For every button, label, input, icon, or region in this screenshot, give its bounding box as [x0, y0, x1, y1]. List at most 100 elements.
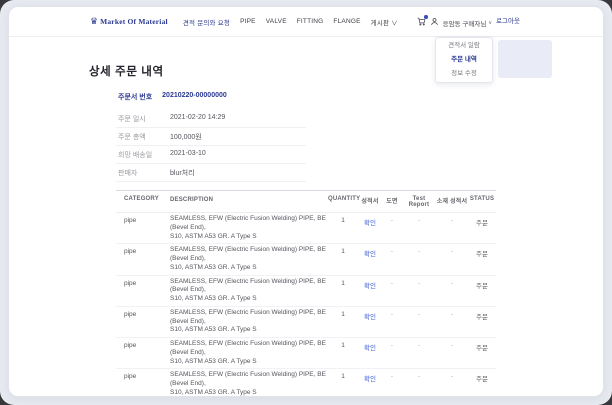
certificate-confirm-link[interactable]: 확인	[364, 246, 376, 258]
certificate-confirm-link[interactable]: 확인	[364, 278, 376, 290]
detail-label: 판매자	[118, 168, 170, 178]
order-number-value: 20210220-00000000	[162, 92, 227, 102]
cell-certificate: 확인	[358, 309, 382, 321]
cart-icon[interactable]	[417, 17, 426, 26]
description-line1: SEAMLESS, EFW (Electric Fusion Welding) …	[170, 340, 328, 358]
user-name: 응암동 구매자님	[443, 18, 487, 28]
status-badge: 주문	[468, 309, 496, 321]
order-number: 주문서 번호 20210220-00000000	[118, 92, 496, 102]
cell-test-report: -	[402, 340, 436, 349]
cell-description: SEAMLESS, EFW (Electric Fusion Welding) …	[170, 278, 328, 304]
cell-test-report: -	[402, 246, 436, 255]
cell-quantity: 1	[328, 246, 358, 255]
detail-label: 주문 일시	[118, 114, 170, 124]
dropdown-item-profile[interactable]: 정보 수정	[436, 67, 492, 81]
logo-text: Market Of Material	[100, 17, 168, 26]
table-header: CATEGORY DESCRIPTION QUANTITY 성적서 도면 Tes…	[116, 191, 496, 213]
table-row: pipe SEAMLESS, EFW (Electric Fusion Weld…	[116, 338, 496, 369]
status-badge: 주문	[468, 278, 496, 290]
cell-certificate: 확인	[358, 371, 382, 383]
main-nav: 견적 문의와 요청 PIPE VALVE FITTING FLANGE 게시판 …	[183, 17, 398, 27]
nav-item[interactable]: 견적 문의와 요청	[183, 17, 230, 27]
logo[interactable]: ♛ Market Of Material	[90, 17, 168, 26]
description-line2: S10, ASTM A53 GR. A Type S	[170, 389, 328, 397]
logout-link[interactable]: 로그아웃	[496, 18, 522, 27]
cell-material-certificate: -	[436, 340, 468, 349]
cell-quantity: 1	[328, 309, 358, 318]
certificate-confirm-link[interactable]: 확인	[364, 371, 376, 383]
status-badge: 주문	[468, 246, 496, 258]
dropdown-item-quotes[interactable]: 견적서 일람	[436, 39, 492, 53]
nav-item[interactable]: PIPE	[240, 18, 256, 25]
nav-item[interactable]: FITTING	[297, 18, 324, 25]
app-window: ♛ Market Of Material 견적 문의와 요청 PIPE VALV…	[8, 6, 604, 397]
table-row: pipe SEAMLESS, EFW (Electric Fusion Weld…	[116, 244, 496, 275]
status-badge: 주문	[468, 215, 496, 227]
detail-row: 판매자 blur처리	[116, 164, 306, 182]
table-row: pipe SEAMLESS, EFW (Electric Fusion Weld…	[116, 276, 496, 307]
user-menu[interactable]: 응암동 구매자님 ∨	[443, 18, 492, 28]
person-icon[interactable]	[430, 17, 439, 26]
cell-certificate: 확인	[358, 278, 382, 290]
cell-material-certificate: -	[436, 309, 468, 318]
description-line2: S10, ASTM A53 GR. A Type S	[170, 295, 328, 304]
cell-description: SEAMLESS, EFW (Electric Fusion Welding) …	[170, 309, 328, 335]
certificate-confirm-link[interactable]: 확인	[364, 215, 376, 227]
detail-row: 주문 총액 100,000원	[116, 128, 306, 146]
cell-category: pipe	[116, 371, 170, 380]
cell-material-certificate: -	[436, 278, 468, 287]
certificate-confirm-link[interactable]: 확인	[364, 340, 376, 352]
table-body: pipe SEAMLESS, EFW (Electric Fusion Weld…	[116, 213, 496, 397]
cell-test-report: -	[402, 215, 436, 224]
description-line1: SEAMLESS, EFW (Electric Fusion Welding) …	[170, 309, 328, 327]
user-area: 응암동 구매자님 ∨ 로그아웃	[417, 15, 522, 28]
cell-drawing: -	[382, 215, 402, 224]
cell-description: SEAMLESS, EFW (Electric Fusion Welding) …	[170, 340, 328, 366]
detail-value: 2021-03-10	[170, 150, 206, 160]
column-certificate: 성적서	[358, 196, 382, 208]
cell-drawing: -	[382, 371, 402, 380]
cell-certificate: 확인	[358, 340, 382, 352]
cell-category: pipe	[116, 215, 170, 224]
order-number-label: 주문서 번호	[118, 92, 152, 102]
column-status: STATUS	[468, 196, 496, 208]
cell-drawing: -	[382, 278, 402, 287]
top-navbar: ♛ Market Of Material 견적 문의와 요청 PIPE VALV…	[9, 7, 603, 37]
table-row: pipe SEAMLESS, EFW (Electric Fusion Weld…	[116, 369, 496, 397]
cell-test-report: -	[402, 278, 436, 287]
detail-value: 100,000원	[170, 132, 202, 142]
cell-test-report: -	[402, 371, 436, 380]
cell-certificate: 확인	[358, 246, 382, 258]
cell-category: pipe	[116, 278, 170, 287]
description-line1: SEAMLESS, EFW (Electric Fusion Welding) …	[170, 278, 328, 296]
certificate-confirm-link[interactable]: 확인	[364, 309, 376, 321]
detail-row: 주문 일시 2021-02-20 14:29	[116, 110, 306, 128]
crown-icon: ♛	[90, 17, 98, 26]
cell-description: SEAMLESS, EFW (Electric Fusion Welding) …	[170, 215, 328, 241]
nav-item[interactable]: 게시판 ∨	[371, 17, 398, 27]
order-details: 주문 일시 2021-02-20 14:29 주문 총액 100,000원 희망…	[116, 110, 306, 182]
table-row: pipe SEAMLESS, EFW (Electric Fusion Weld…	[116, 213, 496, 244]
dropdown-item-orders[interactable]: 주문 내역	[436, 53, 492, 67]
nav-item[interactable]: FLANGE	[333, 18, 360, 25]
cell-quantity: 1	[328, 340, 358, 349]
column-material-certificate: 소재 성적서	[436, 196, 468, 208]
cell-drawing: -	[382, 340, 402, 349]
cell-quantity: 1	[328, 371, 358, 380]
column-category: CATEGORY	[116, 196, 170, 208]
description-line1: SEAMLESS, EFW (Electric Fusion Welding) …	[170, 215, 328, 233]
cell-drawing: -	[382, 309, 402, 318]
chevron-down-icon: ∨	[488, 20, 492, 26]
column-quantity: QUANTITY	[328, 196, 358, 208]
description-line2: S10, ASTM A53 GR. A Type S	[170, 358, 328, 367]
cell-category: pipe	[116, 340, 170, 349]
cell-certificate: 확인	[358, 215, 382, 227]
cell-material-certificate: -	[436, 371, 468, 380]
menu-highlight	[498, 40, 552, 78]
cell-test-report: -	[402, 309, 436, 318]
description-line1: SEAMLESS, EFW (Electric Fusion Welding) …	[170, 246, 328, 264]
app-background: ♛ Market Of Material 견적 문의와 요청 PIPE VALV…	[0, 0, 612, 405]
cell-description: SEAMLESS, EFW (Electric Fusion Welding) …	[170, 371, 328, 397]
nav-item[interactable]: VALVE	[266, 18, 287, 25]
status-badge: 주문	[468, 371, 496, 383]
